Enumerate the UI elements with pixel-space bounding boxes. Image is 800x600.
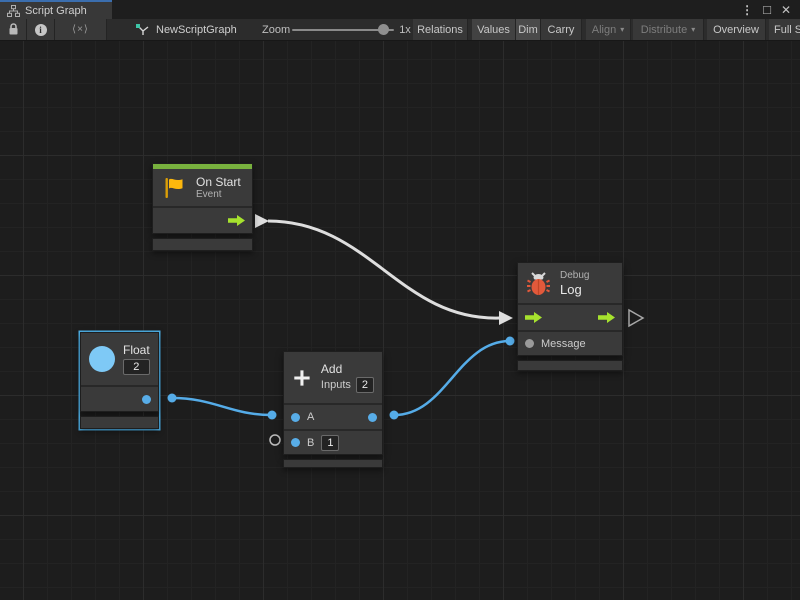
- chevron-down-icon: ▾: [620, 25, 624, 34]
- align-button[interactable]: Align ▾: [586, 19, 631, 40]
- graph-hierarchy-icon: [7, 5, 20, 17]
- overview-button[interactable]: Overview: [707, 19, 766, 40]
- tab-script-graph[interactable]: Script Graph: [0, 0, 112, 19]
- zoom-slider-handle[interactable]: [378, 24, 389, 35]
- node-footer: [517, 360, 623, 371]
- node-float[interactable]: Float 2: [80, 332, 159, 429]
- tab-bar: Script Graph ⋮ □ ✕: [0, 0, 800, 19]
- node-on-start[interactable]: On Start Event: [152, 163, 253, 251]
- maximize-icon[interactable]: □: [763, 3, 771, 16]
- inputs-label: Inputs: [321, 379, 351, 391]
- port-label: B: [307, 437, 314, 449]
- wire-endpoint-dot[interactable]: [168, 394, 177, 403]
- flow-output-port[interactable]: [228, 215, 245, 226]
- info-icon: i: [35, 24, 47, 36]
- node-footer: [80, 416, 159, 429]
- wire-endpoint-dot[interactable]: [390, 411, 399, 420]
- add-input-b-port[interactable]: [291, 438, 300, 447]
- flow-output-port[interactable]: [598, 312, 615, 323]
- node-subtitle: Event: [196, 189, 241, 201]
- plus-icon: [292, 365, 312, 391]
- distribute-button[interactable]: Distribute ▾: [633, 19, 704, 40]
- wire-float-to-add-a[interactable]: [172, 398, 272, 415]
- add-output-port[interactable]: [368, 413, 377, 422]
- window-controls: ⋮ □ ✕: [741, 0, 800, 19]
- wires-layer: [0, 41, 800, 600]
- zoom-label: Zoom: [262, 19, 290, 40]
- inspect-button[interactable]: i: [27, 19, 55, 40]
- code-icon: ⟨×⟩: [72, 24, 89, 35]
- unconnected-output-triangle-icon[interactable]: [629, 310, 643, 326]
- port-label: Message: [541, 338, 586, 350]
- node-footer: [152, 238, 253, 251]
- node-add[interactable]: Add Inputs 2 A B 1: [283, 351, 383, 468]
- lock-button[interactable]: [0, 19, 27, 40]
- float-output-port[interactable]: [142, 395, 151, 404]
- float-type-icon: [89, 346, 115, 372]
- script-graph-window: Script Graph ⋮ □ ✕ i ⟨×⟩ NewScriptGraph: [0, 0, 800, 600]
- node-title: On Start: [196, 175, 241, 189]
- add-input-a-port[interactable]: [291, 413, 300, 422]
- node-title: Add: [321, 362, 374, 376]
- node-title: Float: [123, 343, 150, 357]
- toolbar: i ⟨×⟩ NewScriptGraph Zoom 1x Relations V…: [0, 19, 800, 41]
- message-input-port[interactable]: [525, 339, 534, 348]
- menu-icon[interactable]: ⋮: [741, 4, 753, 16]
- values-button[interactable]: Values: [472, 19, 516, 40]
- relations-button[interactable]: Relations: [413, 19, 468, 40]
- chevron-down-icon: ▾: [691, 25, 695, 34]
- distribute-label: Distribute: [641, 24, 687, 36]
- wire-endpoint-dot[interactable]: [268, 411, 277, 420]
- wire-start-arrow-icon[interactable]: [255, 214, 269, 228]
- node-category: Debug: [560, 270, 589, 282]
- tab-title: Script Graph: [25, 5, 87, 17]
- wire-onstart-to-log[interactable]: [268, 221, 500, 318]
- node-footer: [283, 459, 383, 468]
- script-graph-asset-icon: [135, 23, 150, 36]
- close-icon[interactable]: ✕: [781, 4, 791, 16]
- align-label: Align: [592, 24, 616, 36]
- unconnected-input-circle[interactable]: [270, 435, 280, 445]
- flag-icon: [161, 175, 187, 201]
- carry-button[interactable]: Carry: [541, 19, 582, 40]
- b-value-input[interactable]: 1: [321, 435, 339, 451]
- float-value-input[interactable]: 2: [123, 359, 150, 375]
- flow-input-port[interactable]: [525, 312, 542, 323]
- port-label: A: [307, 411, 314, 423]
- node-debug-log[interactable]: Debug Log Message: [517, 262, 623, 371]
- wire-add-to-message[interactable]: [394, 341, 510, 415]
- graph-name-label: NewScriptGraph: [156, 24, 237, 36]
- node-title: Log: [560, 282, 589, 297]
- wire-end-arrow-icon[interactable]: [499, 311, 513, 325]
- wire-endpoint-dot[interactable]: [506, 337, 515, 346]
- fullscreen-button[interactable]: Full Screen: [769, 19, 800, 40]
- dim-button[interactable]: Dim: [516, 19, 541, 40]
- edit-source-button[interactable]: ⟨×⟩: [55, 19, 107, 40]
- graph-name: NewScriptGraph: [135, 19, 237, 40]
- zoom-value: 1x: [395, 19, 415, 40]
- bug-icon: [526, 270, 551, 296]
- lock-icon: [8, 23, 19, 36]
- graph-canvas[interactable]: On Start Event: [0, 41, 800, 600]
- inputs-count-input[interactable]: 2: [356, 377, 374, 393]
